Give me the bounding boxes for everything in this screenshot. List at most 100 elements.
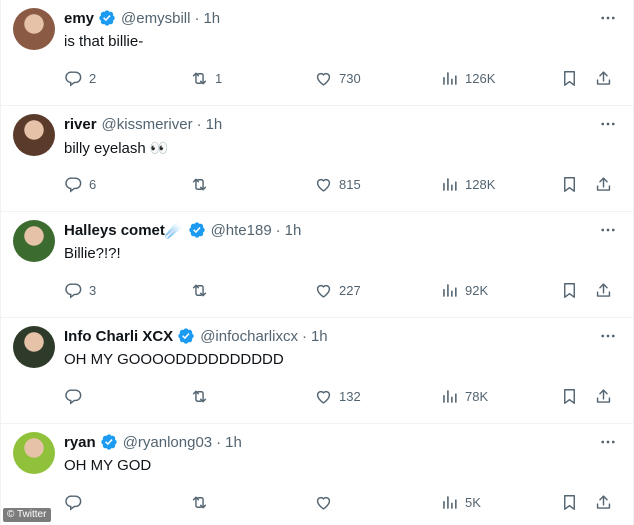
- author-name[interactable]: ryan: [64, 434, 96, 451]
- timestamp[interactable]: 1h: [225, 434, 242, 451]
- more-options-icon[interactable]: [598, 432, 618, 452]
- tweet[interactable]: river @kissmeriver · 1h billy eyelash 👀 …: [1, 106, 633, 212]
- timestamp[interactable]: 1h: [203, 10, 220, 27]
- share-icon: [594, 281, 613, 300]
- bookmark-button[interactable]: [560, 68, 579, 88]
- more-options-icon[interactable]: [598, 114, 618, 134]
- reply-button[interactable]: 3: [64, 280, 96, 300]
- more-options-icon[interactable]: [598, 220, 618, 240]
- reply-icon: [64, 493, 83, 512]
- tweet-actions: 3 227 92K: [64, 280, 621, 300]
- author-handle[interactable]: @kissmeriver: [102, 116, 193, 133]
- views-button[interactable]: 5K: [440, 492, 481, 512]
- views-button[interactable]: 128K: [440, 174, 495, 194]
- avatar[interactable]: [13, 114, 55, 156]
- author-handle[interactable]: @ryanlong03: [123, 434, 212, 451]
- author-name[interactable]: Info Charli XCX: [64, 328, 173, 345]
- author-name[interactable]: emy: [64, 10, 94, 27]
- share-button[interactable]: [594, 386, 613, 406]
- views-button[interactable]: 126K: [440, 68, 495, 88]
- reply-button[interactable]: 6: [64, 174, 96, 194]
- analytics-icon: [440, 69, 459, 88]
- share-button[interactable]: [594, 174, 613, 194]
- reply-button[interactable]: [64, 492, 89, 512]
- like-button[interactable]: 227: [314, 280, 361, 300]
- reply-count: 3: [89, 282, 97, 298]
- more-options-icon[interactable]: [598, 8, 618, 28]
- tweet-actions: 132 78K: [64, 386, 621, 406]
- retweet-icon: [190, 175, 209, 194]
- reply-button[interactable]: [64, 386, 89, 406]
- like-count: 227: [339, 282, 361, 298]
- share-button[interactable]: [594, 68, 613, 88]
- tweet[interactable]: emy @emysbill · 1h is that billie- 2 1 7…: [1, 0, 633, 106]
- tweet[interactable]: ryan @ryanlong03 · 1h OH MY GOD 5K: [1, 424, 633, 525]
- watermark: © Twitter: [3, 508, 52, 522]
- like-button[interactable]: 815: [314, 174, 361, 194]
- avatar[interactable]: [13, 432, 55, 474]
- like-count: 132: [339, 388, 361, 404]
- retweet-icon: [190, 387, 209, 406]
- retweet-button[interactable]: [190, 386, 215, 406]
- author-name[interactable]: Halleys comet☄️: [64, 221, 184, 239]
- verified-badge-icon: [98, 9, 116, 27]
- tweet-text: OH MY GOOOODDDDDDDDDD: [64, 351, 284, 368]
- timestamp[interactable]: 1h: [311, 328, 328, 345]
- avatar[interactable]: [13, 326, 55, 368]
- retweet-icon: [190, 493, 209, 512]
- reply-button[interactable]: 2: [64, 68, 96, 88]
- tweet-actions: 5K: [64, 492, 621, 512]
- retweet-icon: [190, 69, 209, 88]
- timestamp[interactable]: 1h: [285, 222, 302, 239]
- author-handle[interactable]: @hte189: [211, 222, 272, 239]
- tweet-actions: 6 815 128K: [64, 174, 621, 194]
- tweet-actions: 2 1 730 126K: [64, 68, 621, 88]
- verified-badge-icon: [177, 327, 195, 345]
- more-options-icon[interactable]: [598, 326, 618, 346]
- analytics-icon: [440, 281, 459, 300]
- share-icon: [594, 69, 613, 88]
- avatar[interactable]: [13, 220, 55, 262]
- tweet[interactable]: Info Charli XCX @infocharlixcx · 1h OH M…: [1, 318, 633, 424]
- like-button[interactable]: 132: [314, 386, 361, 406]
- share-icon: [594, 493, 613, 512]
- tweet[interactable]: Halleys comet☄️ @hte189 · 1h Billie?!?! …: [1, 212, 633, 318]
- share-button[interactable]: [594, 280, 613, 300]
- like-button[interactable]: [314, 492, 339, 512]
- views-button[interactable]: 78K: [440, 386, 488, 406]
- share-icon: [594, 387, 613, 406]
- bookmark-icon: [560, 281, 579, 300]
- bookmark-icon: [560, 69, 579, 88]
- retweet-button[interactable]: [190, 174, 215, 194]
- reply-icon: [64, 387, 83, 406]
- avatar[interactable]: [13, 8, 55, 50]
- retweet-icon: [190, 281, 209, 300]
- retweet-button[interactable]: [190, 492, 215, 512]
- reply-icon: [64, 175, 83, 194]
- retweet-count: 1: [215, 70, 223, 86]
- heart-icon: [314, 387, 333, 406]
- views-button[interactable]: 92K: [440, 280, 488, 300]
- tweet-text: OH MY GOD: [64, 457, 152, 474]
- share-button[interactable]: [594, 492, 613, 512]
- view-count: 92K: [465, 282, 489, 298]
- author-name[interactable]: river: [64, 116, 97, 133]
- retweet-button[interactable]: [190, 280, 215, 300]
- separator-dot: ·: [301, 327, 307, 345]
- bookmark-icon: [560, 493, 579, 512]
- retweet-button[interactable]: 1: [190, 68, 222, 88]
- author-handle[interactable]: @infocharlixcx: [200, 328, 298, 345]
- view-count: 78K: [465, 388, 489, 404]
- bookmark-button[interactable]: [560, 386, 579, 406]
- author-handle[interactable]: @emysbill: [121, 10, 190, 27]
- tweet-text: Billie?!?!: [64, 245, 121, 262]
- bookmark-button[interactable]: [560, 174, 579, 194]
- like-button[interactable]: 730: [314, 68, 361, 88]
- bookmark-icon: [560, 175, 579, 194]
- bookmark-button[interactable]: [560, 280, 579, 300]
- separator-dot: ·: [196, 115, 202, 133]
- timestamp[interactable]: 1h: [206, 116, 223, 133]
- reply-count: 6: [89, 176, 97, 192]
- bookmark-icon: [560, 387, 579, 406]
- bookmark-button[interactable]: [560, 492, 579, 512]
